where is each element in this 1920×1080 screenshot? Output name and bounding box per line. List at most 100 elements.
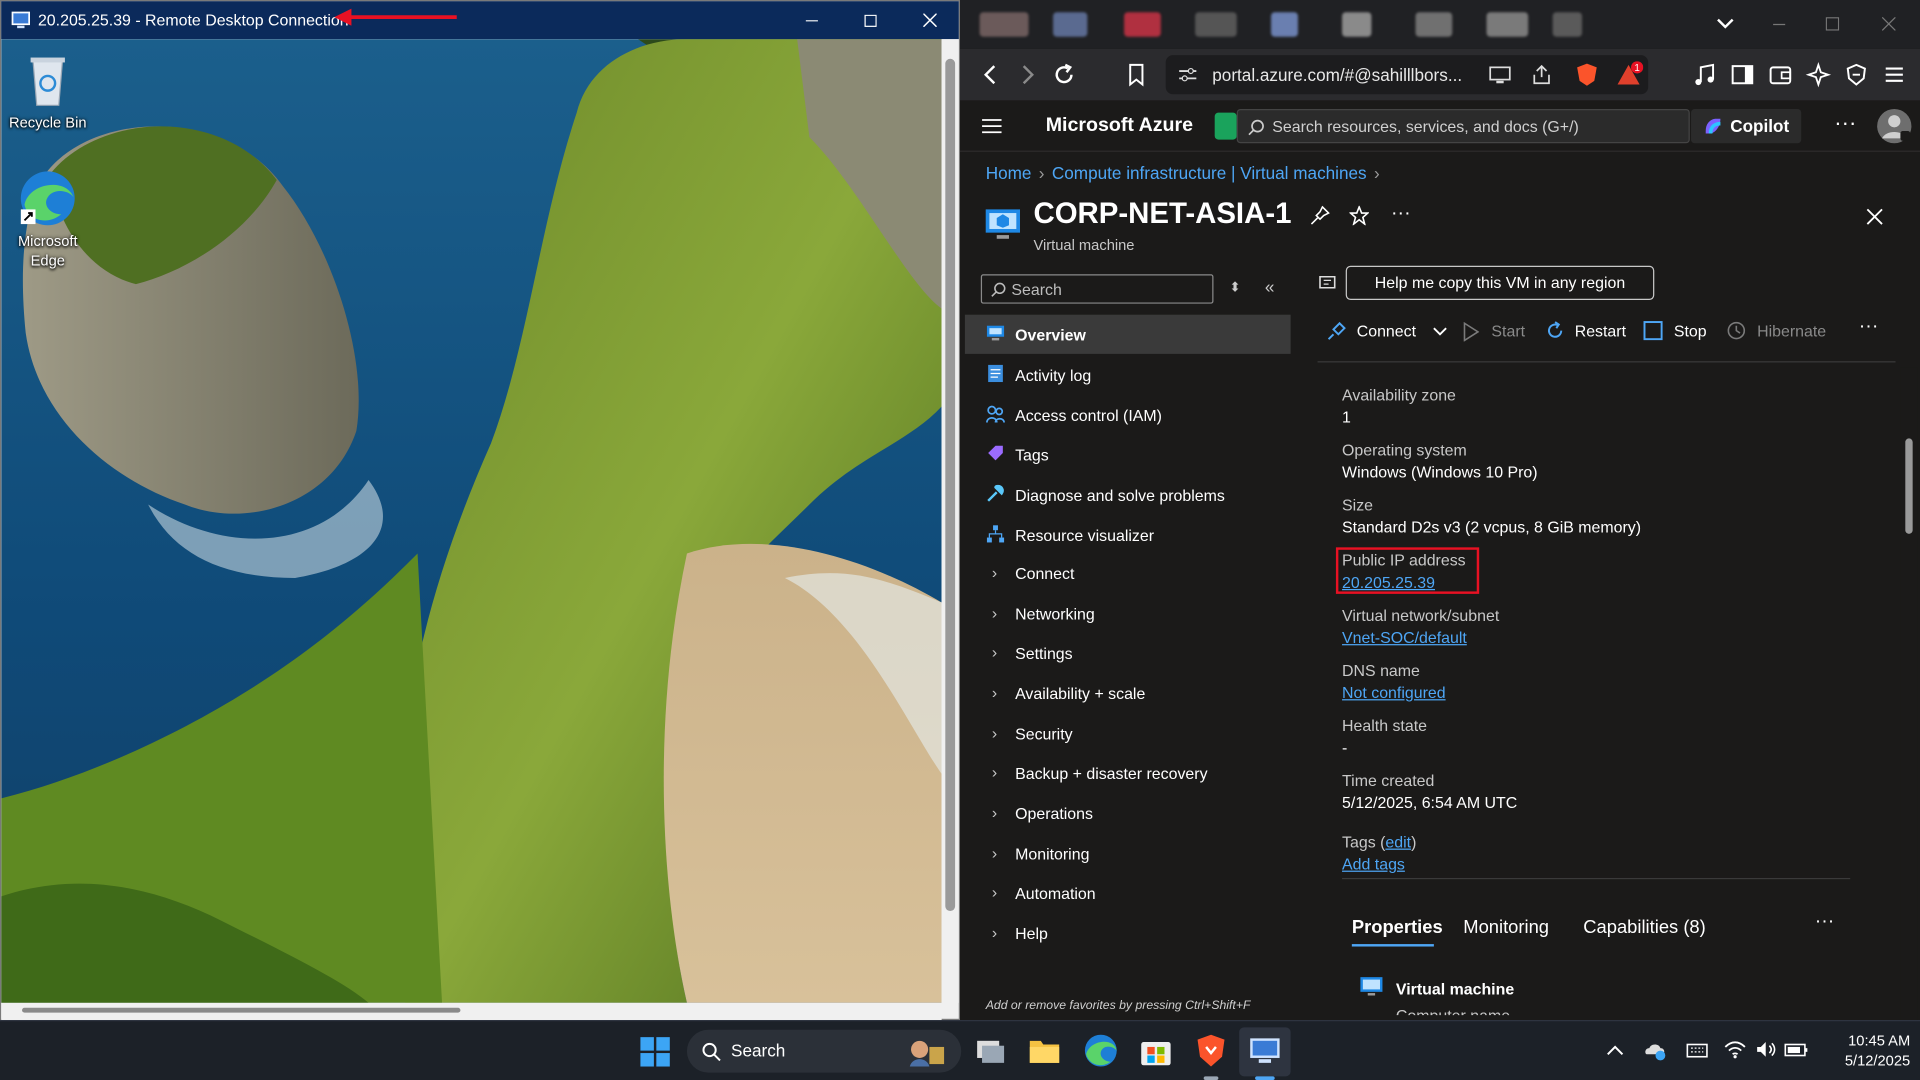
account-avatar-icon[interactable] [1876, 108, 1913, 145]
menu-search-input[interactable]: Search [980, 274, 1214, 304]
browser-tab[interactable] [1195, 12, 1237, 37]
share-icon[interactable] [1531, 64, 1553, 86]
breadcrumb-home-link[interactable]: Home [986, 163, 1032, 183]
volume-icon[interactable] [1755, 1040, 1777, 1060]
favorite-star-icon[interactable] [1349, 205, 1369, 226]
nav-item-access-control[interactable]: Access control (IAM) [965, 396, 1291, 435]
vnet-link[interactable]: Vnet-SOC/default [1342, 628, 1467, 646]
tab-properties[interactable]: Properties [1352, 917, 1443, 938]
nav-group-backup[interactable]: › Backup + disaster recovery [965, 753, 1291, 792]
menu-icon[interactable] [1881, 61, 1908, 88]
brave-browser-icon[interactable] [1193, 1032, 1230, 1069]
forward-icon[interactable] [1014, 61, 1041, 88]
rdp-titlebar[interactable]: 20.205.25.39 - Remote Desktop Connection [1, 1, 959, 40]
browser-tab[interactable] [979, 12, 1029, 37]
desktop-icon-microsoft-edge[interactable]: Microsoft Edge [1, 170, 94, 270]
bookmark-icon[interactable] [1123, 61, 1150, 88]
breadcrumb-vms-link[interactable]: Compute infrastructure | Virtual machine… [1052, 163, 1367, 183]
minimize-button[interactable] [782, 1, 841, 39]
microsoft-store-icon[interactable] [1138, 1032, 1175, 1069]
chevron-up-icon[interactable] [1607, 1044, 1624, 1056]
back-icon[interactable] [977, 61, 1004, 88]
tab-list-chevron-icon[interactable] [1717, 17, 1734, 29]
desktop-icon-recycle-bin[interactable]: Recycle Bin [1, 51, 94, 132]
rdp-horizontal-scrollbar[interactable] [1, 1002, 942, 1021]
copilot-button[interactable]: Copilot [1691, 108, 1802, 144]
leo-ai-icon[interactable] [1805, 61, 1832, 88]
nav-item-activity-log[interactable]: Activity log [965, 355, 1291, 394]
nav-group-security[interactable]: › Security [965, 714, 1291, 753]
help-copy-vm-button[interactable]: Help me copy this VM in any region [1345, 265, 1655, 301]
close-blade-icon[interactable] [1866, 208, 1883, 225]
global-search-input[interactable]: Search resources, services, and docs (G+… [1236, 108, 1690, 144]
remote-desktop-icon[interactable] [1247, 1032, 1284, 1069]
taskbar-search[interactable]: Search [686, 1029, 962, 1073]
brave-shields-icon[interactable] [1576, 62, 1598, 86]
nav-group-settings[interactable]: › Settings [965, 633, 1291, 672]
scroll-thumb[interactable] [945, 58, 956, 912]
browser-tab[interactable] [1415, 12, 1453, 37]
close-button[interactable] [900, 1, 959, 39]
more-commands-icon[interactable]: ··· [1859, 316, 1879, 338]
collapse-menu-icon[interactable]: « [1265, 277, 1275, 297]
maximize-icon[interactable] [1825, 17, 1840, 31]
restart-button[interactable]: Restart [1575, 322, 1626, 340]
browser-tab[interactable] [1271, 12, 1298, 37]
nav-group-networking[interactable]: › Networking [965, 594, 1291, 633]
browser-tab[interactable] [1124, 12, 1161, 37]
extension-icon[interactable] [1214, 112, 1237, 140]
scroll-thumb[interactable] [22, 1007, 461, 1013]
content-scrollbar[interactable] [1900, 367, 1918, 1021]
sidebar-icon[interactable] [1729, 61, 1756, 88]
sort-icon[interactable]: ⬍ [1229, 279, 1240, 295]
reload-icon[interactable] [1051, 61, 1078, 88]
nav-item-diagnose[interactable]: Diagnose and solve problems [965, 475, 1291, 514]
start-button[interactable]: Start [1491, 322, 1525, 340]
nav-item-overview[interactable]: Overview [964, 314, 1291, 354]
minimize-icon[interactable] [1773, 23, 1786, 26]
system-clock[interactable]: 10:45 AM 5/12/2025 [1800, 1031, 1910, 1070]
edge-icon[interactable] [1082, 1032, 1119, 1069]
nav-group-connect[interactable]: › Connect [965, 553, 1291, 592]
rdp-vertical-scrollbar[interactable] [941, 39, 959, 1003]
scroll-thumb[interactable] [1905, 438, 1913, 534]
brave-rewards-icon[interactable]: 1 [1616, 61, 1644, 88]
close-icon[interactable] [1882, 17, 1896, 31]
more-options-icon[interactable]: ··· [1391, 203, 1411, 225]
nav-group-operations[interactable]: › Operations [965, 793, 1291, 832]
hibernate-button[interactable]: Hibernate [1757, 322, 1826, 340]
tab-capabilities[interactable]: Capabilities (8) [1583, 917, 1706, 938]
chevron-down-icon[interactable] [1433, 327, 1448, 337]
nav-item-tags[interactable]: Tags [965, 435, 1291, 474]
site-settings-icon[interactable] [1178, 66, 1198, 83]
browser-tab[interactable] [1342, 12, 1372, 37]
windows-start-icon[interactable] [639, 1036, 671, 1068]
tab-monitoring[interactable]: Monitoring [1463, 917, 1549, 938]
add-tags-link[interactable]: Add tags [1342, 855, 1405, 873]
stop-button[interactable]: Stop [1674, 322, 1707, 340]
music-icon[interactable] [1691, 61, 1718, 88]
pin-icon[interactable] [1310, 205, 1330, 226]
dns-link[interactable]: Not configured [1342, 683, 1446, 701]
more-tabs-icon[interactable]: ··· [1815, 911, 1835, 933]
browser-tab[interactable] [1053, 12, 1088, 37]
address-bar[interactable]: portal.azure.com/#@sahilllbors... 1 [1165, 55, 1649, 95]
azure-brand[interactable]: Microsoft Azure [1046, 115, 1193, 137]
nav-item-resource-visualizer[interactable]: Resource visualizer [965, 516, 1291, 555]
connect-button[interactable]: Connect [1357, 322, 1416, 340]
file-explorer-icon[interactable] [1026, 1032, 1063, 1069]
browser-tab[interactable] [1552, 12, 1583, 37]
tags-edit-link[interactable]: edit [1385, 833, 1411, 851]
cast-icon[interactable] [1489, 65, 1511, 85]
onedrive-sync-icon[interactable] [1643, 1040, 1667, 1062]
task-view-icon[interactable] [972, 1032, 1009, 1069]
maximize-button[interactable] [841, 1, 900, 39]
nav-group-help[interactable]: › Help [965, 913, 1291, 952]
wifi-icon[interactable] [1724, 1040, 1746, 1060]
nav-group-monitoring[interactable]: › Monitoring [965, 834, 1291, 873]
nav-group-availability-scale[interactable]: › Availability + scale [965, 673, 1291, 712]
hamburger-menu-icon[interactable] [982, 118, 1002, 135]
nav-group-automation[interactable]: › Automation [965, 873, 1291, 912]
vpn-shield-icon[interactable] [1843, 61, 1870, 88]
keyboard-icon[interactable] [1686, 1042, 1708, 1059]
